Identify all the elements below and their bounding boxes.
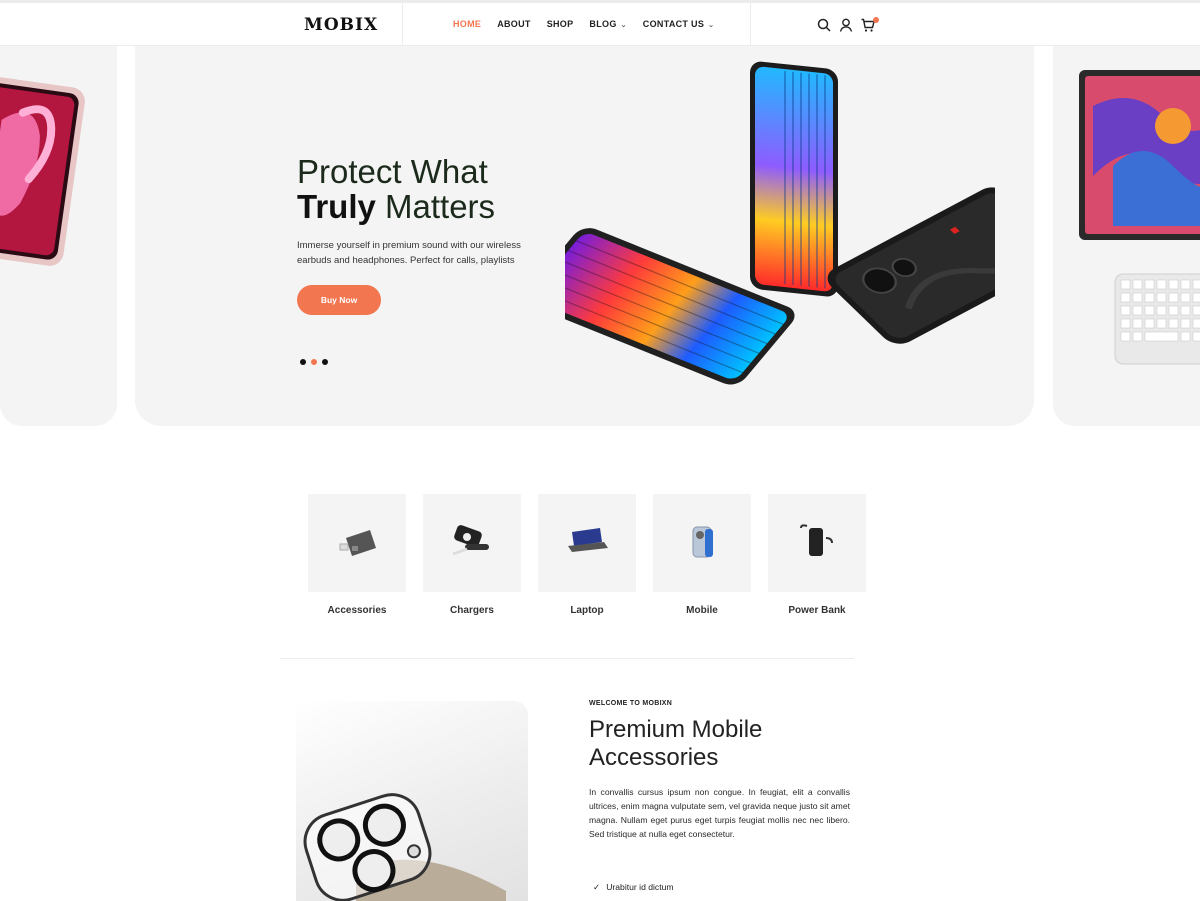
cart-count-badge [873, 17, 879, 23]
chevron-down-icon: ⌄ [620, 22, 627, 29]
category-mobile[interactable]: Mobile [653, 494, 751, 616]
tablet-image [0, 75, 85, 266]
slider-dot[interactable] [322, 359, 328, 365]
buy-now-button[interactable]: Buy Now [297, 285, 381, 315]
hero-description: Immerse yourself in premium sound with o… [297, 240, 521, 266]
category-image [768, 494, 866, 592]
category-image [308, 494, 406, 592]
search-icon[interactable] [816, 17, 832, 33]
main-nav: HOME ABOUT SHOP BLOG ⌄ CONTACT US ⌄ [453, 19, 730, 29]
nav-about[interactable]: ABOUT [497, 19, 531, 29]
category-list: Accessories Chargers Laptop Mobile Power… [308, 494, 866, 616]
charger-icon [452, 525, 489, 556]
category-image [653, 494, 751, 592]
category-accessories[interactable]: Accessories [308, 494, 406, 616]
camera-protector-image [303, 793, 506, 901]
about-title: Premium Mobile Accessories [589, 716, 763, 771]
category-laptop[interactable]: Laptop [538, 494, 636, 616]
hero-phones-image [565, 61, 995, 385]
slide-prev-preview[interactable] [0, 46, 117, 426]
nav-contact[interactable]: CONTACT US ⌄ [643, 19, 715, 29]
section-divider [280, 658, 854, 659]
hero-title: Protect What Truly Matters [297, 153, 496, 225]
user-icon[interactable] [838, 17, 854, 33]
nav-blog[interactable]: BLOG ⌄ [589, 19, 626, 29]
feature-list: ✓ Urabitur id dictum [593, 880, 674, 894]
category-power-bank[interactable]: Power Bank [768, 494, 866, 616]
hero-slide: Protect What Truly Matters Immerse yours… [135, 46, 1034, 426]
header-divider [750, 3, 751, 45]
power-bank-icon [800, 524, 833, 556]
desktop-keyboard-image [1079, 70, 1200, 365]
header-divider [402, 3, 403, 45]
laptop-icon [568, 528, 608, 552]
check-icon: ✓ [593, 881, 601, 892]
feature-item: ✓ Urabitur id dictum [593, 881, 674, 893]
about-text: In convallis cursus ipsum non congue. In… [589, 787, 850, 839]
about-image [296, 701, 528, 901]
slider-pagination [300, 359, 328, 365]
category-chargers[interactable]: Chargers [423, 494, 521, 616]
site-logo[interactable]: MOBIX [304, 15, 378, 35]
chevron-down-icon: ⌄ [708, 22, 715, 29]
slide-next-preview[interactable] [1053, 46, 1200, 426]
accessories-icon [339, 530, 376, 556]
slider-dot[interactable] [300, 359, 306, 365]
about-eyebrow: WELCOME TO MOBIXN [589, 700, 673, 707]
slider-dot-active[interactable] [311, 359, 317, 365]
nav-shop[interactable]: SHOP [547, 19, 574, 29]
category-image [423, 494, 521, 592]
nav-home[interactable]: HOME [453, 19, 481, 29]
category-image [538, 494, 636, 592]
site-header: MOBIX HOME ABOUT SHOP BLOG ⌄ CONTACT US ⌄ [0, 0, 1200, 46]
mobile-icon [692, 526, 713, 558]
